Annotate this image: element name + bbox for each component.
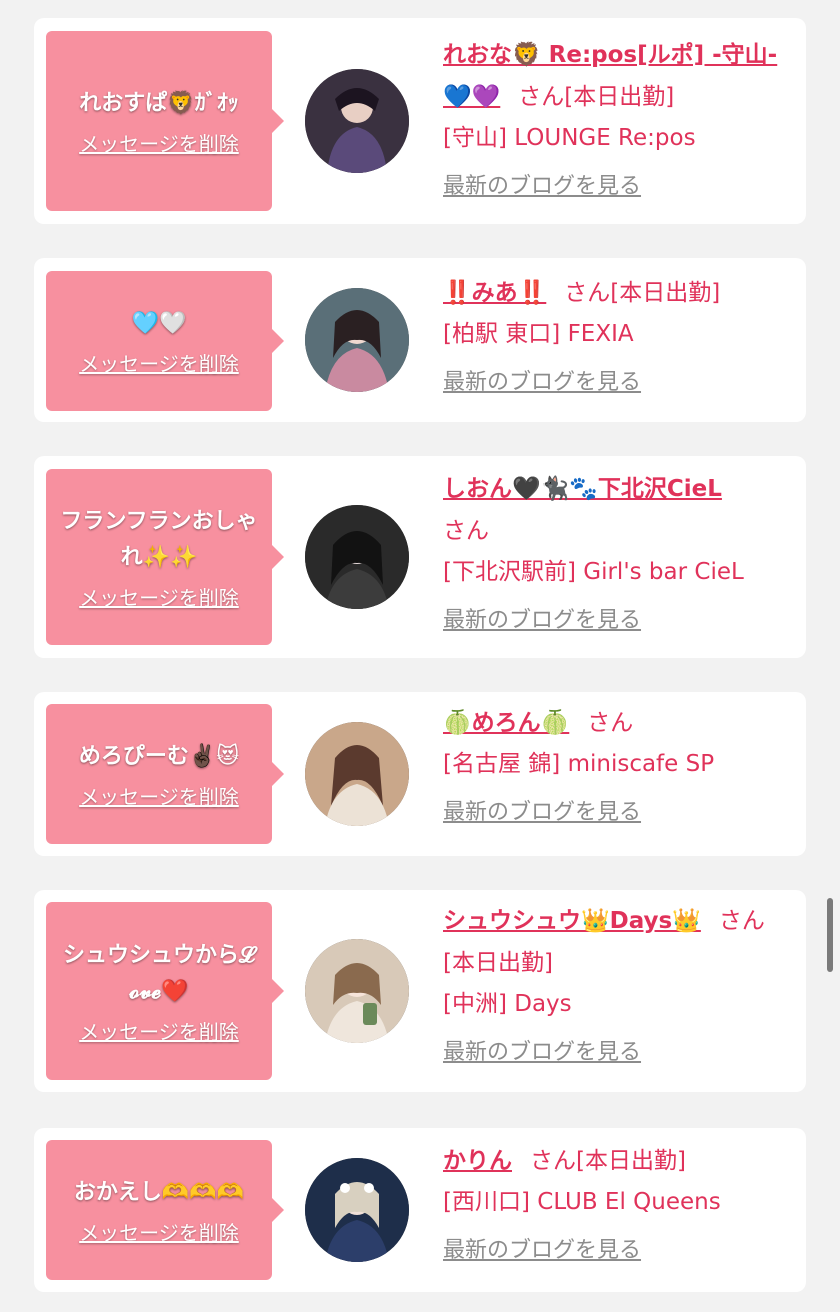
cast-name-link[interactable]: シュウシュウ👑Days👑 [443,908,701,934]
latest-blog-link[interactable]: 最新のブログを見る [443,600,641,642]
shop-name: [下北沢駅前] Girl's bar CieL [443,559,744,585]
list-item: シュウシュウから𝓛𝓸𝓿𝓮❤️ メッセージを削除 シュウシュウ👑Days👑 さん [本… [34,890,806,1092]
delete-message-link[interactable]: メッセージを削除 [79,781,239,810]
message-text: れおすぱ🦁ｶﾞｵｯ [79,90,239,116]
attendance-status: [本日出勤] [564,84,675,110]
message-bubble: シュウシュウから𝓛𝓸𝓿𝓮❤️ メッセージを削除 [46,902,284,1080]
latest-blog-link[interactable]: 最新のブログを見る [443,362,641,404]
latest-blog-link[interactable]: 最新のブログを見る [443,1032,641,1074]
message-text: 🩵🤍 [131,310,187,336]
cast-info: れおな🦁 Re:pos[ルポ] -守山-💙💜 さん[本日出勤] [守山] LOUN… [443,34,795,208]
latest-blog-link[interactable]: 最新のブログを見る [443,792,641,834]
list-item: めろぴーむ✌🏿😻 メッセージを削除 🍈めろん🍈 さん [名古屋 錦] minisc… [34,692,806,856]
honorific: さん [530,1148,576,1174]
honorific: さん [718,908,765,934]
delete-message-link[interactable]: メッセージを削除 [79,348,239,377]
list-item: 🩵🤍 メッセージを削除 ‼️みあ‼️ さん[本日出勤] [柏駅 東口] FEXIA… [34,258,806,422]
delete-message-link[interactable]: メッセージを削除 [79,1217,239,1246]
shop-name: [名古屋 錦] miniscafe SP [443,751,715,777]
message-bubble: めろぴーむ✌🏿😻 メッセージを削除 [46,704,284,844]
cast-info: 🍈めろん🍈 さん [名古屋 錦] miniscafe SP 最新のブログを見る [443,702,795,834]
avatar[interactable] [305,288,409,392]
shop-name: [西川口] CLUB El Queens [443,1189,721,1215]
shop-name: [柏駅 東口] FEXIA [443,321,634,347]
message-bubble: 🩵🤍 メッセージを削除 [46,271,284,411]
honorific: さん [564,280,611,306]
delete-message-link[interactable]: メッセージを削除 [79,582,239,611]
message-text: めろぴーむ✌🏿😻 [78,743,240,769]
attendance-status: [本日出勤] [443,950,553,976]
cast-name-link[interactable]: ‼️みあ‼️ [443,280,546,306]
delete-message-link[interactable]: メッセージを削除 [79,128,239,157]
cast-name-link[interactable]: 🍈めろん🍈 [443,710,569,736]
message-text: おかえし🫶🫶🫶 [73,1179,245,1205]
message-bubble: フランフランおしゃれ✨✨ メッセージを削除 [46,469,284,645]
attendance-status: [本日出勤] [610,280,721,306]
cast-info: かりん さん[本日出勤] [西川口] CLUB El Queens 最新のブログを… [443,1140,795,1272]
cast-name-link[interactable]: かりん [443,1148,512,1174]
avatar[interactable] [305,939,409,1043]
message-bubble: おかえし🫶🫶🫶 メッセージを削除 [46,1140,284,1280]
avatar[interactable] [305,722,409,826]
delete-message-link[interactable]: メッセージを削除 [79,1016,239,1045]
list-item: フランフランおしゃれ✨✨ メッセージを削除 しおん🖤🐈‍⬛🐾下北沢CieL さん … [34,456,806,658]
avatar[interactable] [305,69,409,173]
message-bubble: れおすぱ🦁ｶﾞｵｯ メッセージを削除 [46,31,284,211]
avatar[interactable] [305,1158,409,1262]
latest-blog-link[interactable]: 最新のブログを見る [443,1230,641,1272]
cast-name-link[interactable]: しおん🖤🐈‍⬛🐾下北沢CieL [443,476,722,502]
attendance-status: [本日出勤] [576,1148,686,1174]
avatar[interactable] [305,505,409,609]
message-text: シュウシュウから𝓛𝓸𝓿𝓮❤️ [63,942,255,1004]
message-text: フランフランおしゃれ✨✨ [60,508,258,570]
list-item: れおすぱ🦁ｶﾞｵｯ メッセージを削除 れおな🦁 Re:pos[ルポ] -守山-💙… [34,18,806,224]
honorific: さん [443,518,489,544]
cast-info: シュウシュウ👑Days👑 さん [本日出勤] [中洲] Days 最新のブログを見る [443,900,795,1074]
shop-name: [中洲] Days [443,991,572,1017]
honorific: さん [518,84,565,110]
scrollbar[interactable] [827,898,833,972]
shop-name: [守山] LOUNGE Re:pos [443,125,696,151]
cast-info: ‼️みあ‼️ さん[本日出勤] [柏駅 東口] FEXIA 最新のブログを見る [443,272,795,404]
list-item: おかえし🫶🫶🫶 メッセージを削除 かりん さん[本日出勤] [西川口] CLUB … [34,1128,806,1292]
latest-blog-link[interactable]: 最新のブログを見る [443,166,641,208]
cast-info: しおん🖤🐈‍⬛🐾下北沢CieL さん [下北沢駅前] Girl's bar Cie… [443,468,795,642]
honorific: さん [587,710,634,736]
